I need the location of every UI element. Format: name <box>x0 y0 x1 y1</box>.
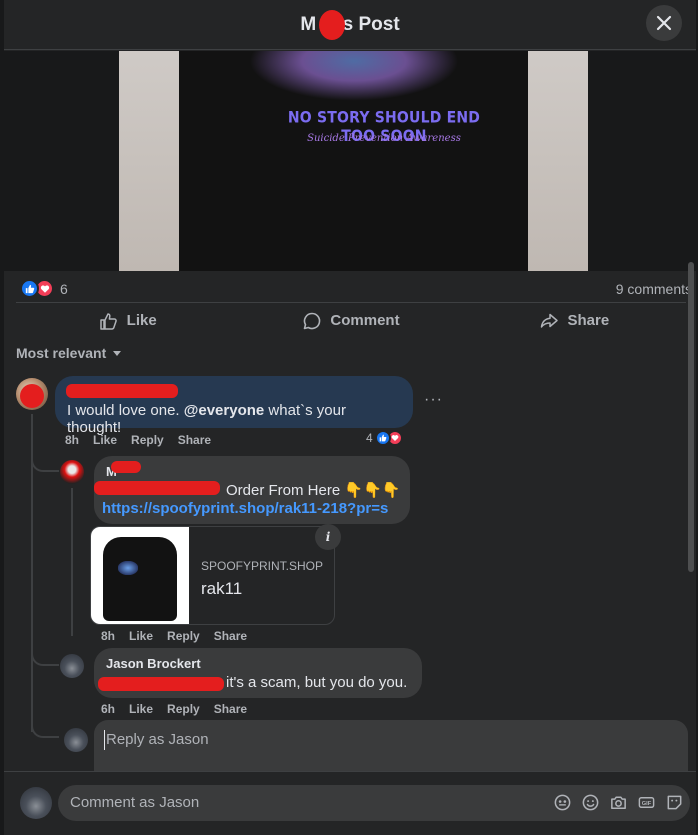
jason-avatar[interactable] <box>20 787 52 819</box>
post-title-prefix: M <box>300 13 317 35</box>
mention-everyone[interactable]: @everyone <box>184 402 265 419</box>
thumbs-up-icon <box>99 312 117 330</box>
name-redaction <box>319 9 346 40</box>
reply-reply-button[interactable]: Reply <box>167 629 200 643</box>
comment-label: Comment <box>330 312 400 329</box>
reply-input[interactable]: Reply as Jason <box>94 720 688 772</box>
sort-label: Most relevant <box>16 345 107 361</box>
comment-actions: 8h Like Reply Share <box>65 433 211 447</box>
reply-text: it's a scam, but you do you. <box>226 674 408 691</box>
reply-reply-button[interactable]: Reply <box>167 702 200 716</box>
shirt-graphic <box>249 51 459 101</box>
reply-text: Order From Here 👇👇👇 <box>226 482 401 499</box>
link-domain: SPOOFYPRINT.SHOP <box>201 559 324 573</box>
reply-text-redaction <box>98 677 224 691</box>
reply-share-button[interactable]: Share <box>214 702 247 716</box>
comment-share-button[interactable]: Share <box>178 433 211 447</box>
link-preview-card[interactable]: SPOOFYPRINT.SHOP rak11 <box>90 526 335 625</box>
comment-placeholder: Comment as Jason <box>70 794 200 811</box>
comment-composer: Comment as Jason GIF <box>4 771 696 835</box>
comment-button[interactable]: Comment <box>239 303 462 338</box>
comment-reply-button[interactable]: Reply <box>131 433 164 447</box>
reply-like-button[interactable]: Like <box>129 702 153 716</box>
comment-reactions[interactable]: 4 <box>366 430 403 446</box>
arm-left <box>119 51 181 271</box>
reply-actions: 6h Like Reply Share <box>101 702 247 716</box>
share-icon <box>541 313 559 328</box>
reply-avatar[interactable] <box>60 460 84 484</box>
camera-icon[interactable] <box>609 793 628 812</box>
hoodie-print <box>118 561 138 575</box>
modal-header: M 's Post <box>4 0 696 50</box>
post-image[interactable]: NO STORY SHOULD END TOO SOON Suicide Pre… <box>4 51 696 271</box>
reply-author[interactable]: Jason Brockert <box>106 656 410 671</box>
reply-connector <box>31 716 59 738</box>
reply-like-button[interactable]: Like <box>129 629 153 643</box>
reply-text-redaction <box>94 481 220 495</box>
text-caret <box>104 730 105 750</box>
comment-icon <box>304 312 321 329</box>
share-button[interactable]: Share <box>463 303 686 338</box>
comment-text: I would love one. @everyone what`s your … <box>67 402 346 436</box>
commenter-name-redaction <box>66 384 178 398</box>
reply-link[interactable]: https://spoofyprint.shop/rak11-218?pr=s <box>102 500 388 517</box>
close-button[interactable] <box>646 5 682 41</box>
reply-author-redaction <box>111 461 141 473</box>
emoji-icon[interactable] <box>581 793 600 812</box>
reply-actions: 8h Like Reply Share <box>101 629 247 643</box>
reaction-count[interactable]: 6 <box>60 281 68 297</box>
comments-count[interactable]: 9 comments <box>616 281 692 297</box>
jason-avatar[interactable] <box>64 728 88 752</box>
sticker-icon[interactable] <box>665 793 684 812</box>
post-title: M 's Post <box>300 9 400 40</box>
reactions-row: 6 9 comments <box>4 277 696 301</box>
share-label: Share <box>567 312 610 329</box>
shirt-photo: NO STORY SHOULD END TOO SOON Suicide Pre… <box>119 51 588 271</box>
link-title: rak11 <box>201 579 243 598</box>
comment-time[interactable]: 8h <box>65 433 79 447</box>
reply-share-button[interactable]: Share <box>214 629 247 643</box>
arm-right <box>526 51 588 271</box>
comment-reaction-count: 4 <box>366 431 373 445</box>
like-button[interactable]: Like <box>16 303 239 338</box>
more-options-icon[interactable]: ··· <box>424 391 443 409</box>
action-bar: Like Comment Share <box>16 302 686 338</box>
shirt-text-line2: Suicide Prevention Awareness <box>307 133 461 144</box>
reply-thread-line <box>71 488 73 636</box>
reply-time[interactable]: 6h <box>101 702 115 716</box>
composer-icons: GIF <box>553 793 684 812</box>
reply-connector <box>31 636 59 666</box>
post-modal: M 's Post NO STORY SHOULD END TOO SOON Su… <box>4 0 696 835</box>
info-icon[interactable]: i <box>315 524 341 550</box>
reply-placeholder: Reply as Jason <box>106 731 209 748</box>
like-reaction-icon <box>20 279 39 298</box>
jason-avatar[interactable] <box>60 654 84 678</box>
comment-like-button[interactable]: Like <box>93 433 117 447</box>
close-icon <box>656 15 672 31</box>
shirt-body: NO STORY SHOULD END TOO SOON Suicide Pre… <box>179 51 528 271</box>
svg-text:GIF: GIF <box>642 801 652 807</box>
avatar-redaction <box>20 384 44 408</box>
comment-input[interactable]: Comment as Jason GIF <box>58 785 690 821</box>
reply-time[interactable]: 8h <box>101 629 115 643</box>
link-thumbnail <box>91 527 189 624</box>
like-reaction-icon <box>374 430 391 446</box>
gif-icon[interactable]: GIF <box>637 793 656 812</box>
like-label: Like <box>126 312 157 329</box>
avatar-sticker-icon[interactable] <box>553 793 572 812</box>
reply-connector <box>31 450 59 472</box>
post-title-suffix: 's Post <box>338 13 400 35</box>
caret-down-icon <box>113 351 122 356</box>
reaction-icons[interactable] <box>20 279 54 298</box>
reply-author[interactable]: M <box>106 464 398 479</box>
hoodie-image <box>103 537 177 621</box>
sort-dropdown[interactable]: Most relevant <box>16 345 122 361</box>
scrollbar[interactable] <box>688 262 694 572</box>
